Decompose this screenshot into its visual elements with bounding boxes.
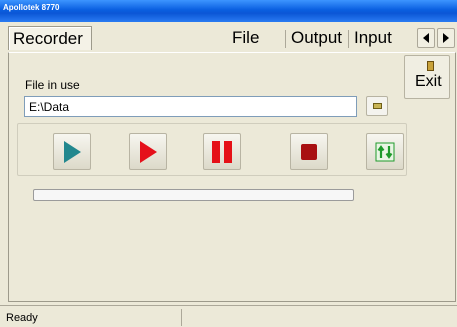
stop-button[interactable] — [290, 133, 328, 170]
tab-scroll-right-button[interactable] — [437, 28, 455, 48]
record-play-icon — [139, 140, 157, 163]
pause-button[interactable] — [203, 133, 241, 170]
tab-scroll-left-button[interactable] — [417, 28, 435, 48]
play-button[interactable] — [53, 133, 91, 170]
arrow-left-icon — [423, 33, 429, 43]
tab-divider — [285, 30, 286, 48]
up-down-arrows-icon — [375, 142, 395, 161]
exit-button[interactable]: Exit — [404, 55, 450, 99]
record-button[interactable] — [129, 133, 167, 170]
tab-input[interactable]: Input — [350, 26, 404, 50]
exit-label: Exit — [415, 73, 442, 90]
app-window: Apollotek 8770 Recorder File Output Inpu… — [0, 0, 457, 327]
swap-direction-button[interactable] — [366, 133, 404, 170]
status-text: Ready — [6, 312, 38, 324]
status-divider — [181, 309, 182, 326]
status-bar: Ready — [0, 305, 457, 327]
window-title: Apollotek 8770 — [3, 3, 60, 12]
door-icon — [427, 61, 434, 71]
browse-button[interactable] — [366, 96, 388, 116]
play-icon — [63, 140, 81, 163]
pause-icon — [212, 140, 232, 163]
tab-output[interactable]: Output — [287, 26, 349, 50]
tab-file[interactable]: File — [228, 26, 284, 50]
stop-icon — [301, 143, 317, 160]
progress-bar — [33, 189, 354, 201]
title-bar: Apollotek 8770 — [0, 0, 457, 22]
tab-recorder[interactable]: Recorder — [8, 26, 92, 50]
tab-divider — [348, 30, 349, 48]
folder-icon — [372, 103, 382, 109]
tab-bar: Recorder File Output Input — [0, 26, 457, 52]
file-path-input[interactable] — [24, 96, 357, 117]
arrow-right-icon — [443, 33, 449, 43]
file-in-use-label: File in use — [25, 78, 80, 92]
